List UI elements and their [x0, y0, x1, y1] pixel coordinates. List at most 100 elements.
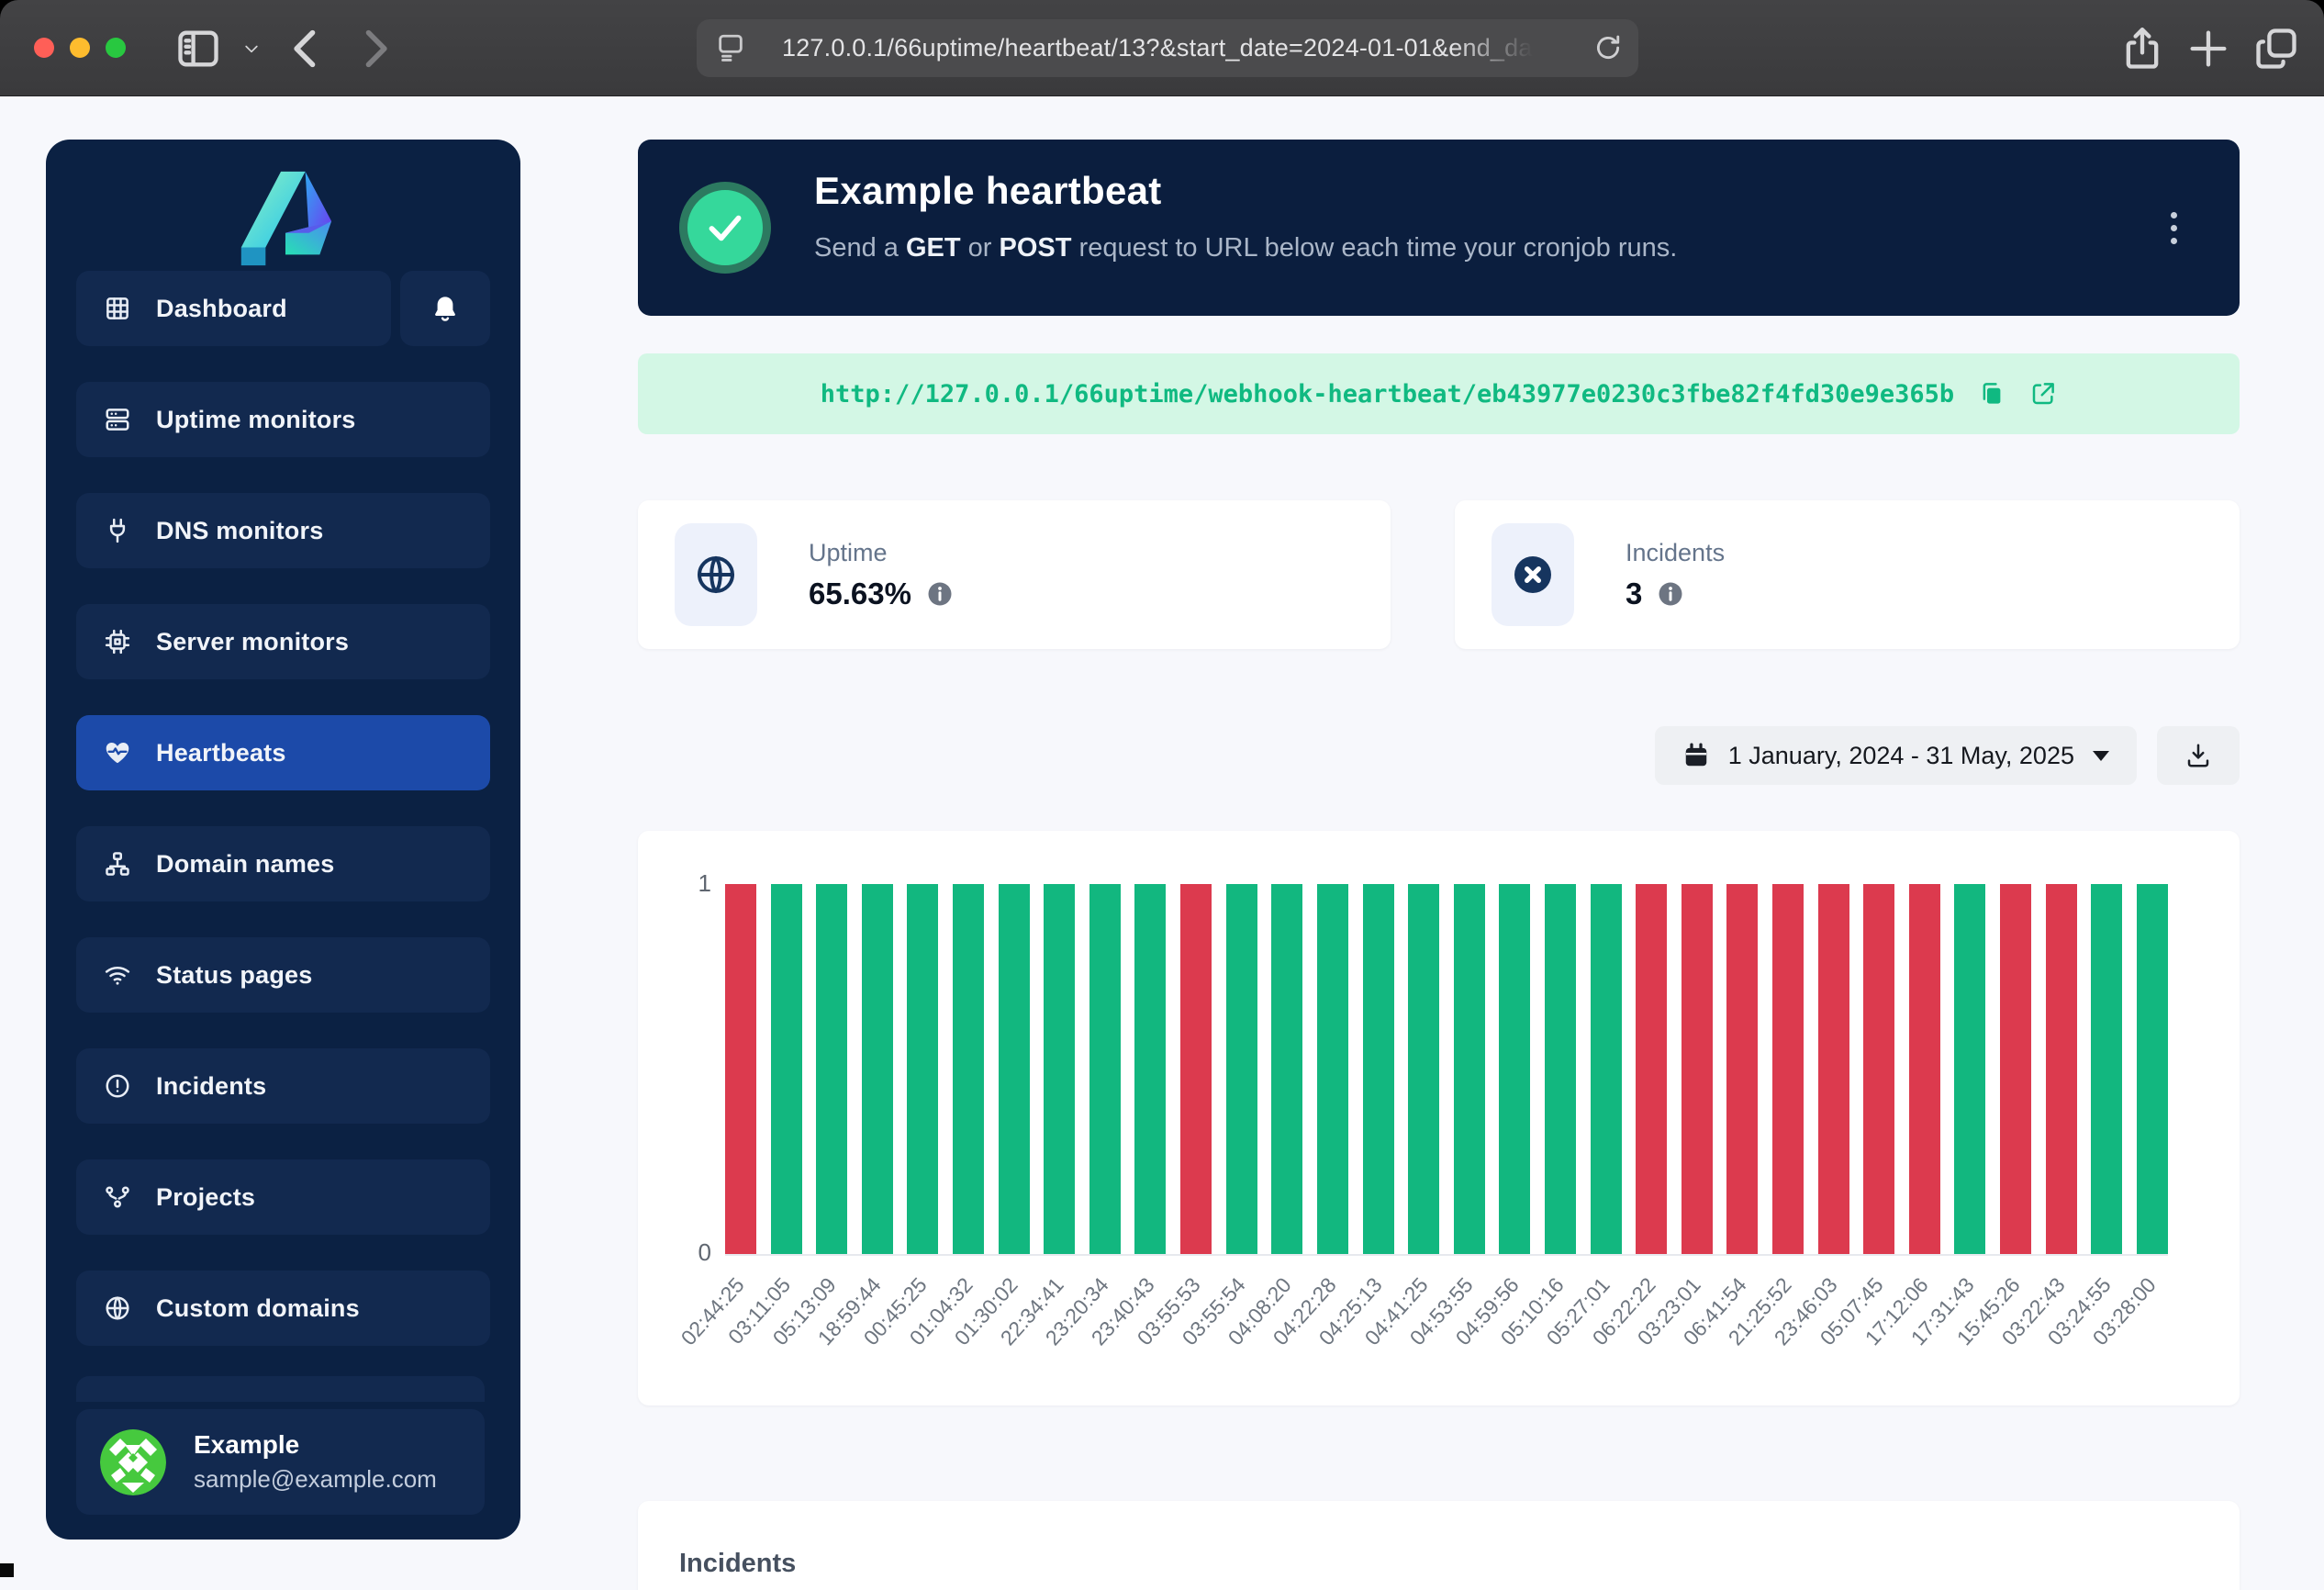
- chart-bar-up[interactable]: [771, 884, 802, 1254]
- sidebar-item-domain-names[interactable]: Domain names: [76, 826, 490, 901]
- webhook-url-bar: http://127.0.0.1/66uptime/webhook-heartb…: [638, 353, 2240, 434]
- chart-slot: 23:46:03: [1818, 884, 1849, 1254]
- chart-slot: 03:28:00: [2137, 884, 2168, 1254]
- chart-bar-up[interactable]: [1271, 884, 1302, 1254]
- chart-bar-up[interactable]: [1408, 884, 1439, 1254]
- chart-bar-down[interactable]: [1726, 884, 1758, 1254]
- chart-bar-up[interactable]: [1454, 884, 1485, 1254]
- sidebar-item-heartbeats[interactable]: Heartbeats: [76, 715, 490, 790]
- chart-bar-up[interactable]: [1499, 884, 1530, 1254]
- chart-bar-up[interactable]: [999, 884, 1030, 1254]
- sidebar: Dashboard Uptime monitors DNS monitors Ser…: [46, 140, 520, 1540]
- chart-bar-down[interactable]: [1909, 884, 1940, 1254]
- zoom-window-button[interactable]: [106, 38, 126, 58]
- share-nodes-icon: [104, 1183, 131, 1211]
- sidebar-item-label: Server monitors: [156, 628, 349, 656]
- info-icon[interactable]: [1657, 580, 1684, 608]
- chart-bar-up[interactable]: [2091, 884, 2122, 1254]
- sidebar-item-status-pages[interactable]: Status pages: [76, 937, 490, 1013]
- chart-slot: 06:41:54: [1726, 884, 1758, 1254]
- chart-slot: 01:04:32: [953, 884, 984, 1254]
- sidebar-item-dns-monitors[interactable]: DNS monitors: [76, 493, 490, 568]
- more-options-button[interactable]: [2155, 200, 2192, 255]
- avatar: [100, 1429, 166, 1495]
- sidebar-item-projects[interactable]: Projects: [76, 1159, 490, 1235]
- sidebar-item-incidents[interactable]: Incidents: [76, 1048, 490, 1124]
- chart-bar-up[interactable]: [1134, 884, 1166, 1254]
- stat-icon-tile: [675, 523, 757, 626]
- chart-bar-up[interactable]: [1363, 884, 1394, 1254]
- chart-bar-up[interactable]: [1591, 884, 1622, 1254]
- sidebar-panel-icon[interactable]: [174, 25, 222, 73]
- tabs-overview-icon[interactable]: [2252, 25, 2300, 73]
- download-icon: [2184, 742, 2212, 769]
- chart-slot: 04:08:20: [1271, 884, 1302, 1254]
- chart-bar-up[interactable]: [907, 884, 938, 1254]
- chart-slot: 01:30:02: [999, 884, 1030, 1254]
- close-window-button[interactable]: [34, 38, 54, 58]
- chart-slot: 04:53:55: [1454, 884, 1485, 1254]
- uptime-stat-card: Uptime 65.63%: [638, 500, 1391, 649]
- chart-bar-down[interactable]: [2046, 884, 2077, 1254]
- user-email: sample@example.com: [194, 1465, 437, 1494]
- cpu-icon: [104, 628, 131, 655]
- server-icon: [104, 406, 131, 433]
- sidebar-item-dashboard[interactable]: Dashboard: [76, 271, 391, 346]
- external-link-icon[interactable]: [2029, 380, 2057, 408]
- chart-bar-down[interactable]: [1818, 884, 1849, 1254]
- chart-bar-up[interactable]: [816, 884, 847, 1254]
- chart-slot: 21:25:52: [1772, 884, 1804, 1254]
- notifications-button[interactable]: [400, 271, 490, 346]
- chart-bar-down[interactable]: [725, 884, 756, 1254]
- chart-bar-down[interactable]: [2000, 884, 2031, 1254]
- chart-slot: 02:44:25: [725, 884, 756, 1254]
- sidebar-item-uptime-monitors[interactable]: Uptime monitors: [76, 382, 490, 457]
- chart-bar-up[interactable]: [2137, 884, 2168, 1254]
- chevron-down-icon[interactable]: [228, 25, 275, 73]
- info-icon[interactable]: [926, 580, 954, 608]
- minimize-window-button[interactable]: [70, 38, 90, 58]
- chart-bar-up[interactable]: [1089, 884, 1121, 1254]
- sidebar-item-server-monitors[interactable]: Server monitors: [76, 604, 490, 679]
- reload-icon[interactable]: [1592, 32, 1624, 63]
- sidebar-item-partial[interactable]: [76, 1376, 485, 1402]
- chart-bar-down[interactable]: [1863, 884, 1894, 1254]
- copy-icon[interactable]: [1978, 380, 2006, 408]
- chart-bar-up[interactable]: [1317, 884, 1348, 1254]
- browser-window: 127.0.0.1/66uptime/heartbeat/13?&start_d…: [0, 0, 2324, 1590]
- globe-icon: [694, 553, 738, 597]
- chart-bar-up[interactable]: [862, 884, 893, 1254]
- sitemap-icon: [104, 850, 131, 878]
- chart-bar-up[interactable]: [1545, 884, 1576, 1254]
- incidents-value: 3: [1626, 577, 1642, 611]
- address-bar[interactable]: 127.0.0.1/66uptime/heartbeat/13?&start_d…: [697, 19, 1638, 77]
- chart-slot: 03:11:05: [771, 884, 802, 1254]
- back-icon[interactable]: [283, 25, 330, 73]
- new-tab-icon[interactable]: [2184, 25, 2232, 73]
- chart-bar-down[interactable]: [1636, 884, 1667, 1254]
- status-up-badge: [679, 182, 771, 274]
- chart-bar-up[interactable]: [1226, 884, 1257, 1254]
- chart-slot: 05:10:16: [1545, 884, 1576, 1254]
- chart-slot: 04:25:13: [1363, 884, 1394, 1254]
- grid-icon: [104, 295, 131, 322]
- download-button[interactable]: [2157, 726, 2240, 785]
- chart-slot: 03:55:54: [1226, 884, 1257, 1254]
- chart-slot: 05:13:09: [816, 884, 847, 1254]
- chart-slot: 17:12:06: [1909, 884, 1940, 1254]
- share-icon[interactable]: [2118, 25, 2166, 73]
- app-logo: [76, 140, 490, 271]
- sidebar-item-custom-domains[interactable]: Custom domains: [76, 1271, 490, 1346]
- user-profile[interactable]: Example sample@example.com: [76, 1409, 485, 1515]
- webhook-url[interactable]: http://127.0.0.1/66uptime/webhook-heartb…: [821, 380, 1954, 409]
- chart-bar-up[interactable]: [1044, 884, 1075, 1254]
- chart-bar-up[interactable]: [1954, 884, 1985, 1254]
- chart-bar-up[interactable]: [953, 884, 984, 1254]
- chart-bar-down[interactable]: [1772, 884, 1804, 1254]
- date-range-picker[interactable]: 1 January, 2024 - 31 May, 2025: [1655, 726, 2137, 785]
- user-name: Example: [194, 1430, 437, 1460]
- chart-bar-down[interactable]: [1682, 884, 1713, 1254]
- chart-slot: 18:59:44: [862, 884, 893, 1254]
- chart-bar-down[interactable]: [1180, 884, 1212, 1254]
- subtitle-part: or: [961, 233, 1000, 263]
